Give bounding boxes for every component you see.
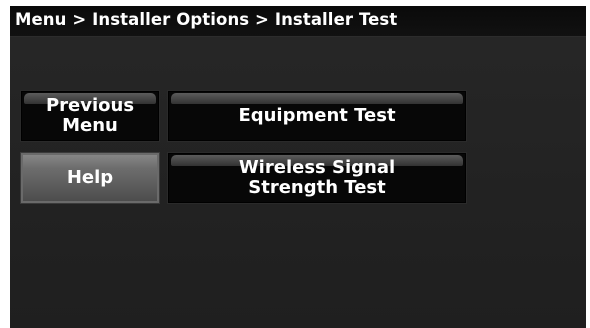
- help-button[interactable]: Help: [20, 152, 160, 204]
- breadcrumb: Menu > Installer Options > Installer Tes…: [15, 10, 398, 29]
- breadcrumb-bar: Menu > Installer Options > Installer Tes…: [10, 6, 586, 37]
- thermostat-screen: Menu > Installer Options > Installer Tes…: [10, 6, 586, 328]
- wireless-signal-strength-test-label: Wireless Signal Strength Test: [238, 157, 396, 198]
- help-label: Help: [66, 167, 114, 188]
- equipment-test-button[interactable]: Equipment Test: [167, 90, 467, 142]
- previous-menu-button[interactable]: Previous Menu: [20, 90, 160, 142]
- wireless-signal-strength-test-button[interactable]: Wireless Signal Strength Test: [167, 152, 467, 204]
- previous-menu-label: Previous Menu: [45, 95, 135, 136]
- equipment-test-label: Equipment Test: [238, 105, 396, 126]
